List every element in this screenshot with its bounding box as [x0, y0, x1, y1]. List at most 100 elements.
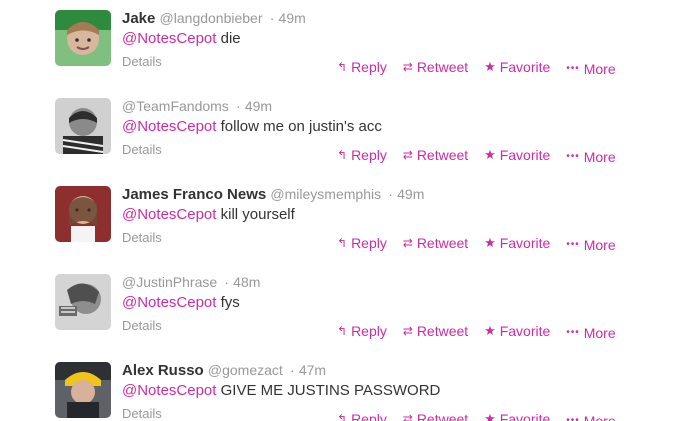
- star-icon: ★: [484, 235, 496, 250]
- tweet-body-text: fys: [216, 294, 240, 311]
- user-screen-name[interactable]: @mileysmemphis: [270, 186, 381, 202]
- tweet-body-text: GIVE ME JUSTINS PASSWORD: [216, 382, 441, 399]
- more-button[interactable]: ••• More: [566, 61, 615, 77]
- tweet-header: @JustinPhrase · 48m: [122, 273, 260, 292]
- more-label: More: [583, 149, 616, 165]
- favorite-button[interactable]: ★ Favorite: [484, 147, 550, 163]
- time-separator: ·: [224, 274, 229, 290]
- time-separator: ·: [235, 98, 241, 114]
- tweet-body-text: follow me on justin's acc: [216, 118, 382, 135]
- more-label: More: [583, 61, 616, 77]
- retweet-button[interactable]: ⇄ Retweet: [403, 147, 468, 163]
- details-link[interactable]: Details: [122, 54, 162, 70]
- more-label: More: [583, 237, 616, 253]
- reply-button[interactable]: ↰ Reply: [337, 235, 387, 251]
- tweet-time[interactable]: 49m: [279, 10, 306, 26]
- avatar-image: [55, 362, 111, 418]
- retweet-label: Retweet: [416, 323, 469, 339]
- avatar[interactable]: [55, 186, 111, 242]
- reply-label: Reply: [351, 147, 387, 163]
- mention-link[interactable]: @NotesCepot: [122, 30, 216, 47]
- reply-icon: ↰: [337, 324, 348, 338]
- more-label: More: [583, 413, 616, 421]
- more-label: More: [583, 325, 616, 341]
- user-full-name[interactable]: Jake: [122, 10, 155, 27]
- details-link[interactable]: Details: [122, 142, 162, 158]
- details-link[interactable]: Details: [122, 230, 162, 246]
- tweet-header: Alex Russo @gomezact · 47m: [122, 361, 326, 380]
- reply-button[interactable]: ↰ Reply: [337, 323, 387, 339]
- mention-link[interactable]: @NotesCepot: [122, 118, 216, 135]
- favorite-label: Favorite: [499, 411, 551, 421]
- retweet-button[interactable]: ⇄ Retweet: [403, 59, 468, 75]
- tweet-body-text: die: [216, 30, 241, 47]
- retweet-label: Retweet: [416, 411, 469, 421]
- details-link[interactable]: Details: [122, 318, 162, 334]
- tweet-stream: Jake @langdonbieber · 49m @NotesCepot di…: [0, 0, 680, 421]
- more-button[interactable]: ••• More: [566, 149, 615, 165]
- more-icon: •••: [566, 415, 580, 421]
- user-screen-name[interactable]: @langdonbieber: [160, 10, 263, 26]
- user-full-name[interactable]: James Franco News: [122, 186, 266, 203]
- user-screen-name[interactable]: @TeamFandoms: [122, 98, 229, 114]
- tweet-time[interactable]: 47m: [299, 362, 326, 378]
- tweet-item: @TeamFandoms · 49m @NotesCepot follow me…: [0, 88, 680, 177]
- tweet-text: @NotesCepot fys: [122, 294, 240, 312]
- retweet-icon: ⇄: [402, 324, 413, 338]
- tweet-actions: ↰ Reply ⇄ Retweet ★ Favorite ••• More: [337, 146, 616, 165]
- user-screen-name[interactable]: @gomezact: [208, 362, 283, 378]
- details-link[interactable]: Details: [122, 406, 162, 421]
- avatar[interactable]: [55, 10, 111, 66]
- more-button[interactable]: ••• More: [566, 325, 615, 341]
- star-icon: ★: [484, 147, 496, 162]
- reply-icon: ↰: [337, 236, 348, 250]
- more-button[interactable]: ••• More: [566, 413, 615, 421]
- favorite-label: Favorite: [499, 59, 551, 75]
- reply-icon: ↰: [337, 412, 348, 421]
- reply-label: Reply: [351, 59, 387, 75]
- avatar[interactable]: [55, 362, 111, 418]
- mention-link[interactable]: @NotesCepot: [122, 206, 216, 223]
- reply-label: Reply: [351, 323, 387, 339]
- reply-icon: ↰: [337, 60, 348, 74]
- favorite-label: Favorite: [499, 147, 551, 163]
- tweet-actions: ↰ Reply ⇄ Retweet ★ Favorite ••• More: [337, 410, 616, 421]
- tweet-actions: ↰ Reply ⇄ Retweet ★ Favorite ••• More: [337, 58, 616, 77]
- tweet-header: James Franco News @mileysmemphis · 49m: [122, 185, 424, 204]
- user-screen-name[interactable]: @JustinPhrase: [122, 274, 217, 290]
- time-separator: ·: [269, 10, 275, 26]
- favorite-label: Favorite: [499, 323, 551, 339]
- tweet-text: @NotesCepot die: [122, 30, 241, 48]
- retweet-label: Retweet: [416, 235, 469, 251]
- retweet-button[interactable]: ⇄ Retweet: [403, 235, 468, 251]
- avatar-image: [55, 186, 111, 242]
- mention-link[interactable]: @NotesCepot: [122, 294, 216, 311]
- user-full-name[interactable]: Alex Russo: [122, 362, 204, 379]
- favorite-button[interactable]: ★ Favorite: [484, 235, 550, 251]
- more-icon: •••: [566, 239, 580, 250]
- avatar[interactable]: [55, 98, 111, 154]
- tweet-time[interactable]: 49m: [245, 98, 272, 114]
- favorite-button[interactable]: ★ Favorite: [484, 323, 550, 339]
- retweet-button[interactable]: ⇄ Retweet: [403, 323, 468, 339]
- tweet-time[interactable]: 48m: [233, 274, 260, 290]
- favorite-button[interactable]: ★ Favorite: [484, 59, 550, 75]
- reply-icon: ↰: [337, 148, 348, 162]
- reply-button[interactable]: ↰ Reply: [337, 147, 387, 163]
- avatar-image: [55, 10, 111, 66]
- reply-button[interactable]: ↰ Reply: [337, 59, 387, 75]
- retweet-label: Retweet: [416, 59, 469, 75]
- star-icon: ★: [484, 411, 496, 421]
- tweet-text: @NotesCepot kill yourself: [122, 206, 295, 224]
- tweet-item: Jake @langdonbieber · 49m @NotesCepot di…: [0, 0, 680, 89]
- avatar[interactable]: [55, 274, 111, 330]
- retweet-icon: ⇄: [402, 148, 413, 162]
- mention-link[interactable]: @NotesCepot: [122, 382, 216, 399]
- favorite-button[interactable]: ★ Favorite: [484, 411, 550, 421]
- more-icon: •••: [566, 63, 580, 74]
- tweet-actions: ↰ Reply ⇄ Retweet ★ Favorite ••• More: [337, 234, 616, 253]
- more-button[interactable]: ••• More: [566, 237, 615, 253]
- retweet-button[interactable]: ⇄ Retweet: [403, 411, 468, 421]
- tweet-time[interactable]: 49m: [397, 186, 424, 202]
- reply-button[interactable]: ↰ Reply: [337, 411, 387, 421]
